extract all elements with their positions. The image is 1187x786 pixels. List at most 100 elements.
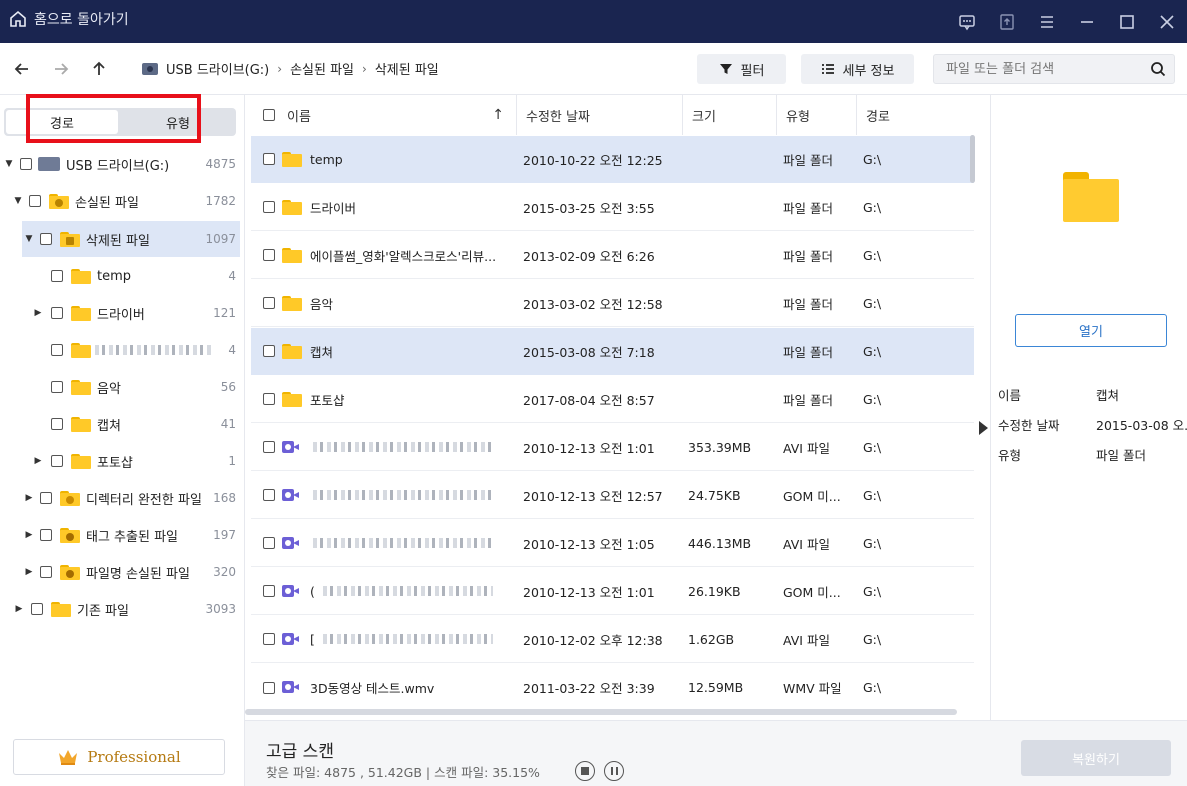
checkbox[interactable]	[31, 603, 43, 615]
blurred-name	[95, 345, 213, 355]
table-row[interactable]: ( 2010-12-13 오전 1:01 26.19KB GOM 미... G:…	[251, 568, 974, 615]
row-checkbox[interactable]	[263, 441, 275, 453]
sort-up-icon: ↑	[492, 107, 504, 123]
column-path[interactable]: 경로	[856, 95, 990, 135]
collapsed-arrow-icon[interactable]: ▶	[33, 456, 43, 466]
collapse-panel-arrow-icon[interactable]	[979, 421, 988, 435]
row-checkbox[interactable]	[263, 585, 275, 597]
table-row[interactable]: [ 2010-12-02 오후 12:38 1.62GB AVI 파일 G:\	[251, 616, 974, 663]
menu-icon[interactable]	[1027, 0, 1067, 43]
tree-item-deleted-files[interactable]: ▼ 삭제된 파일 1097	[22, 221, 240, 257]
row-checkbox[interactable]	[263, 537, 275, 549]
file-path: G:\	[863, 295, 882, 311]
checkbox[interactable]	[40, 529, 52, 541]
collapsed-arrow-icon[interactable]: ▶	[24, 567, 34, 577]
column-name[interactable]: 이름 ↑	[278, 95, 516, 135]
expanded-arrow-icon[interactable]: ▼	[24, 234, 34, 244]
collapsed-arrow-icon[interactable]: ▶	[24, 530, 34, 540]
breadcrumb-drive[interactable]: USB 드라이브(G:)	[166, 59, 269, 78]
tree-item-existing-files[interactable]: ▶ 기존 파일 3093	[0, 591, 244, 627]
tree-item-complete-directory[interactable]: ▶ 디렉터리 완전한 파일 168	[0, 480, 244, 516]
tab-type[interactable]: 유형	[122, 110, 234, 134]
checkbox[interactable]	[51, 307, 63, 319]
minimize-icon[interactable]	[1067, 0, 1107, 43]
checkbox[interactable]	[40, 233, 52, 245]
column-size[interactable]: 크기	[682, 95, 776, 135]
checkbox[interactable]	[51, 344, 63, 356]
file-size: 353.39MB	[688, 439, 752, 455]
search-input[interactable]	[934, 55, 1134, 83]
tree-item-photoshop[interactable]: ▶ 포토샵 1	[0, 443, 244, 479]
horizontal-scrollbar[interactable]	[245, 709, 957, 715]
table-row[interactable]: 2010-12-13 오전 12:57 24.75KB GOM 미... G:\	[251, 472, 974, 519]
blurred-name	[323, 586, 493, 596]
checkbox[interactable]	[51, 418, 63, 430]
tree-item-usb-drive[interactable]: ▼ USB 드라이브(G:) 4875	[0, 146, 244, 182]
tree-item-blurred[interactable]: 4	[0, 332, 244, 368]
close-icon[interactable]	[1147, 0, 1187, 43]
forward-arrow-icon[interactable]	[49, 57, 73, 81]
table-row[interactable]: 드라이버 2015-03-25 오전 3:55 파일 폴더 G:\	[251, 184, 974, 231]
row-checkbox[interactable]	[263, 489, 275, 501]
open-button[interactable]: 열기	[1015, 314, 1167, 347]
checkbox[interactable]	[40, 566, 52, 578]
table-row[interactable]: 음악 2013-03-02 오전 12:58 파일 폴더 G:\	[251, 280, 974, 327]
up-arrow-icon[interactable]	[87, 57, 111, 81]
tree-item-capture[interactable]: 캡쳐 41	[0, 406, 244, 442]
row-checkbox[interactable]	[263, 393, 275, 405]
row-checkbox[interactable]	[263, 345, 275, 357]
checkbox[interactable]	[40, 492, 52, 504]
tab-path[interactable]: 경로	[6, 110, 118, 134]
checkbox[interactable]	[29, 195, 41, 207]
expanded-arrow-icon[interactable]: ▼	[4, 159, 14, 169]
table-row[interactable]: temp 2010-10-22 오전 12:25 파일 폴더 G:\	[251, 136, 974, 183]
checkbox[interactable]	[51, 270, 63, 282]
column-type[interactable]: 유형	[776, 95, 856, 135]
collapsed-arrow-icon[interactable]: ▶	[33, 308, 43, 318]
row-checkbox[interactable]	[263, 153, 275, 165]
column-modified[interactable]: 수정한 날짜	[516, 95, 682, 135]
row-checkbox[interactable]	[263, 633, 275, 645]
table-row[interactable]: 캡쳐 2015-03-08 오전 7:18 파일 폴더 G:\	[251, 328, 974, 375]
checkbox[interactable]	[20, 158, 32, 170]
upload-icon[interactable]	[987, 0, 1027, 43]
feedback-icon[interactable]	[947, 0, 987, 43]
collapsed-arrow-icon[interactable]: ▶	[14, 604, 24, 614]
tree-item-music[interactable]: 음악 56	[0, 369, 244, 405]
home-button[interactable]: 홈으로 돌아가기	[8, 9, 129, 29]
details-button[interactable]: 세부 정보	[801, 54, 914, 84]
breadcrumb-deleted-files[interactable]: 삭제된 파일	[375, 59, 439, 78]
checkbox[interactable]	[51, 381, 63, 393]
table-row[interactable]: 2010-12-13 오전 1:05 446.13MB AVI 파일 G:\	[251, 520, 974, 567]
stop-icon[interactable]	[575, 761, 595, 781]
breadcrumb-lost-files[interactable]: 손실된 파일	[290, 59, 354, 78]
file-name: 에이플썸_영화'알렉스크로스'리뷰...	[310, 248, 497, 264]
checkbox[interactable]	[51, 455, 63, 467]
recover-button[interactable]: 복원하기	[1021, 740, 1171, 776]
vertical-scrollbar[interactable]	[970, 135, 975, 183]
row-checkbox[interactable]	[263, 201, 275, 213]
collapsed-arrow-icon[interactable]: ▶	[24, 493, 34, 503]
back-arrow-icon[interactable]	[10, 57, 34, 81]
row-checkbox[interactable]	[263, 249, 275, 261]
select-all-checkbox[interactable]	[263, 109, 275, 121]
search-icon[interactable]	[1150, 61, 1166, 77]
professional-button[interactable]: Professional	[13, 739, 225, 775]
table-row[interactable]: 2010-12-13 오전 1:01 353.39MB AVI 파일 G:\	[251, 424, 974, 471]
expanded-arrow-icon[interactable]: ▼	[13, 196, 23, 206]
pause-icon[interactable]	[604, 761, 624, 781]
tree-item-lost-files[interactable]: ▼ 손실된 파일 1782	[0, 183, 244, 219]
tree-item-name-lost[interactable]: ▶ 파일명 손실된 파일 320	[0, 554, 244, 590]
table-row[interactable]: 에이플썸_영화'알렉스크로스'리뷰... 2013-02-09 오전 6:26 …	[251, 232, 974, 279]
blurred-name	[323, 634, 493, 644]
row-checkbox[interactable]	[263, 297, 275, 309]
tree-item-tag-extracted[interactable]: ▶ 태그 추출된 파일 197	[0, 517, 244, 553]
table-row[interactable]: 3D동영상 테스트.wmv 2011-03-22 오전 3:39 12.59MB…	[251, 664, 974, 711]
tree-item-temp[interactable]: temp 4	[0, 258, 244, 294]
file-path: G:\	[863, 343, 882, 359]
table-row[interactable]: 포토샵 2017-08-04 오전 8:57 파일 폴더 G:\	[251, 376, 974, 423]
filter-button[interactable]: 필터	[697, 54, 786, 84]
tree-item-drivers[interactable]: ▶ 드라이버 121	[0, 295, 244, 331]
maximize-icon[interactable]	[1107, 0, 1147, 43]
row-checkbox[interactable]	[263, 681, 275, 694]
